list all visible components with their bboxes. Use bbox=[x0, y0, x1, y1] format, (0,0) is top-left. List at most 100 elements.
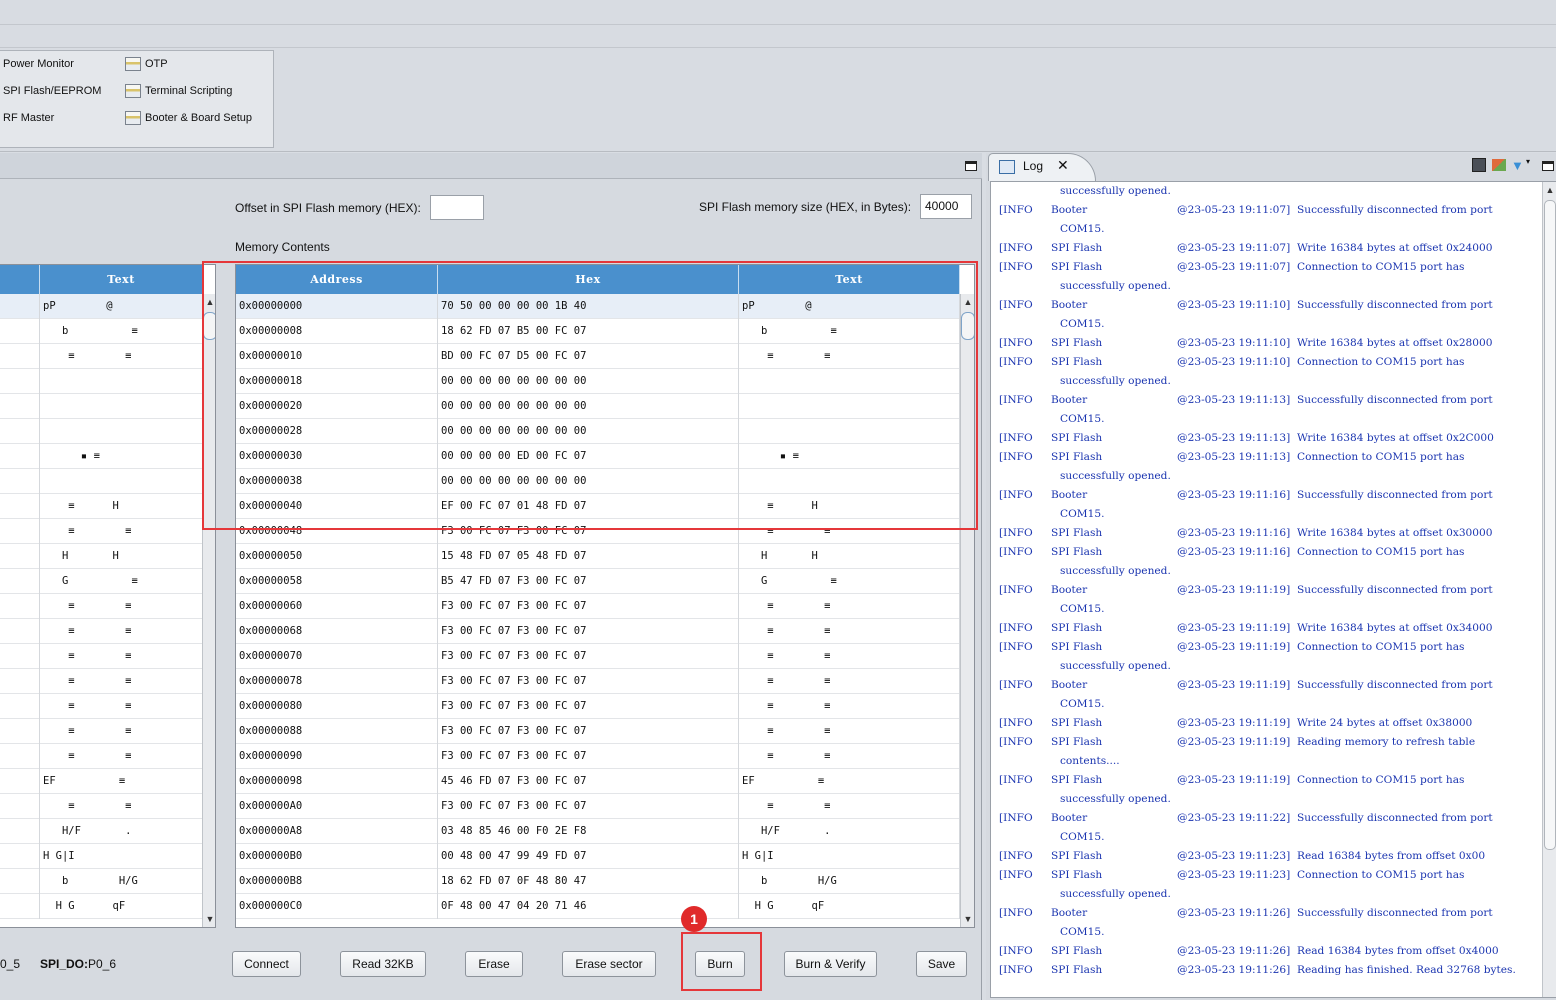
hex-cell[interactable]: 00 00 00 00 00 00 00 00 bbox=[438, 394, 739, 419]
clear-log-icon[interactable] bbox=[1492, 159, 1506, 171]
scroll-up-icon[interactable]: ▲ bbox=[205, 297, 215, 307]
table-row[interactable]: pP @ bbox=[0, 294, 203, 319]
table-row[interactable]: 0x00000018 00 00 00 00 00 00 00 00 bbox=[236, 369, 960, 394]
scroll-down-icon[interactable]: ▼ bbox=[205, 914, 215, 924]
hex-cell[interactable]: B5 47 FD 07 F3 00 FC 07 bbox=[438, 569, 739, 594]
hex-cell[interactable]: 15 48 FD 07 05 48 FD 07 bbox=[438, 544, 739, 569]
table-row[interactable]: 0x00000090 F3 00 FC 07 F3 00 FC 07 ≡ ≡ bbox=[236, 744, 960, 769]
chevron-down-icon[interactable]: ▾ bbox=[1526, 157, 1530, 166]
table-row[interactable]: ≡ ≡ bbox=[0, 744, 203, 769]
table-row[interactable]: ≡ ≡ bbox=[0, 669, 203, 694]
table-row[interactable]: 0x000000B8 18 62 FD 07 0F 48 80 47 b H/G bbox=[236, 869, 960, 894]
table-row[interactable]: b ≡ bbox=[0, 319, 203, 344]
table-row[interactable]: 0x00000050 15 48 FD 07 05 48 FD 07 H H bbox=[236, 544, 960, 569]
scroll-down-icon[interactable]: ▼ bbox=[963, 914, 973, 924]
burn-button[interactable]: Burn bbox=[695, 951, 745, 977]
hex-cell[interactable]: 18 62 FD 07 0F 48 80 47 bbox=[438, 869, 739, 894]
table-row[interactable]: 0x00000030 00 00 00 00 ED 00 FC 07 ▪ ≡ bbox=[236, 444, 960, 469]
table-row[interactable] bbox=[0, 469, 203, 494]
table-row[interactable] bbox=[0, 369, 203, 394]
maximize-icon[interactable] bbox=[1542, 161, 1554, 171]
hex-cell[interactable]: F3 00 FC 07 F3 00 FC 07 bbox=[438, 594, 739, 619]
table-row[interactable]: 0x000000B0 00 48 00 47 99 49 FD 07 H G|I bbox=[236, 844, 960, 869]
table-row[interactable]: 0x00000058 B5 47 FD 07 F3 00 FC 07 G ≡ bbox=[236, 569, 960, 594]
table-row[interactable]: ≡ ≡ bbox=[0, 344, 203, 369]
tool-rf-master[interactable]: RF Master bbox=[3, 112, 54, 124]
table-row[interactable]: H H bbox=[0, 544, 203, 569]
table-row[interactable]: H G|I bbox=[0, 844, 203, 869]
table-row[interactable]: 0x00000038 00 00 00 00 00 00 00 00 bbox=[236, 469, 960, 494]
close-icon[interactable]: ✕ bbox=[1057, 157, 1069, 174]
scroll-thumb[interactable] bbox=[961, 312, 974, 340]
memory-size-input[interactable]: 40000 bbox=[920, 194, 972, 219]
header-address[interactable]: Address bbox=[236, 265, 438, 294]
table-row[interactable]: 0x00000070 F3 00 FC 07 F3 00 FC 07 ≡ ≡ bbox=[236, 644, 960, 669]
hex-cell[interactable]: 03 48 85 46 00 F0 2E F8 bbox=[438, 819, 739, 844]
hex-cell[interactable]: BD 00 FC 07 D5 00 FC 07 bbox=[438, 344, 739, 369]
connect-button[interactable]: Connect bbox=[232, 951, 301, 977]
table-row[interactable]: 0x00000020 00 00 00 00 00 00 00 00 bbox=[236, 394, 960, 419]
read-32kb-button[interactable]: Read 32KB bbox=[340, 951, 426, 977]
table-row[interactable]: 0x00000048 F3 00 FC 07 F3 00 FC 07 ≡ ≡ bbox=[236, 519, 960, 544]
hex-cell[interactable]: 18 62 FD 07 B5 00 FC 07 bbox=[438, 319, 739, 344]
hex-cell[interactable]: F3 00 FC 07 F3 00 FC 07 bbox=[438, 719, 739, 744]
table-row[interactable]: ≡ ≡ bbox=[0, 619, 203, 644]
table-row[interactable]: ≡ H bbox=[0, 494, 203, 519]
table-row[interactable]: ≡ ≡ bbox=[0, 794, 203, 819]
table-row[interactable]: 0x00000080 F3 00 FC 07 F3 00 FC 07 ≡ ≡ bbox=[236, 694, 960, 719]
offset-input[interactable] bbox=[430, 195, 484, 220]
tool-terminal-scripting[interactable]: Terminal Scripting bbox=[125, 84, 232, 98]
tool-otp[interactable]: OTP bbox=[125, 57, 168, 71]
hex-cell[interactable]: F3 00 FC 07 F3 00 FC 07 bbox=[438, 669, 739, 694]
table-row[interactable]: 0x00000068 F3 00 FC 07 F3 00 FC 07 ≡ ≡ bbox=[236, 619, 960, 644]
hex-cell[interactable]: F3 00 FC 07 F3 00 FC 07 bbox=[438, 519, 739, 544]
table-row[interactable]: H/F . bbox=[0, 819, 203, 844]
log-scrollbar[interactable]: ▲ bbox=[1542, 182, 1556, 997]
table-row[interactable]: 0x00000010 BD 00 FC 07 D5 00 FC 07 ≡ ≡ bbox=[236, 344, 960, 369]
hex-cell[interactable]: EF 00 FC 07 01 48 FD 07 bbox=[438, 494, 739, 519]
save-button[interactable]: Save bbox=[916, 951, 967, 977]
table-row[interactable]: ≡ ≡ bbox=[0, 719, 203, 744]
table-row[interactable]: 0x00000078 F3 00 FC 07 F3 00 FC 07 ≡ ≡ bbox=[236, 669, 960, 694]
scroll-thumb[interactable] bbox=[1544, 200, 1556, 850]
hex-cell[interactable]: F3 00 FC 07 F3 00 FC 07 bbox=[438, 619, 739, 644]
table-row[interactable]: 0x000000C0 0F 48 00 47 04 20 71 46 H G qF bbox=[236, 894, 960, 919]
table-row[interactable]: ≡ ≡ bbox=[0, 644, 203, 669]
save-log-icon[interactable] bbox=[1472, 158, 1486, 172]
table-row[interactable]: EF ≡ bbox=[0, 769, 203, 794]
table-row[interactable]: 0x00000060 F3 00 FC 07 F3 00 FC 07 ≡ ≡ bbox=[236, 594, 960, 619]
table-row[interactable]: H G qF bbox=[0, 894, 203, 919]
table-row[interactable]: ▪ ≡ bbox=[0, 444, 203, 469]
table-row[interactable]: b H/G bbox=[0, 869, 203, 894]
scroll-up-icon[interactable]: ▲ bbox=[1545, 185, 1555, 195]
hex-cell[interactable]: 00 00 00 00 00 00 00 00 bbox=[438, 469, 739, 494]
left-grid-scrollbar[interactable]: ▲ ▼ bbox=[202, 294, 215, 927]
erase-sector-button[interactable]: Erase sector bbox=[562, 951, 656, 977]
hex-cell[interactable]: 00 00 00 00 ED 00 FC 07 bbox=[438, 444, 739, 469]
scroll-up-icon[interactable]: ▲ bbox=[963, 297, 973, 307]
hex-cell[interactable]: F3 00 FC 07 F3 00 FC 07 bbox=[438, 694, 739, 719]
table-row[interactable]: 0x00000040 EF 00 FC 07 01 48 FD 07 ≡ H bbox=[236, 494, 960, 519]
hex-cell[interactable]: F3 00 FC 07 F3 00 FC 07 bbox=[438, 794, 739, 819]
hex-cell[interactable]: 00 00 00 00 00 00 00 00 bbox=[438, 369, 739, 394]
erase-button[interactable]: Erase bbox=[465, 951, 523, 977]
table-row[interactable]: G ≡ bbox=[0, 569, 203, 594]
table-row[interactable]: 0x00000088 F3 00 FC 07 F3 00 FC 07 ≡ ≡ bbox=[236, 719, 960, 744]
table-row[interactable]: 0x000000A8 03 48 85 46 00 F0 2E F8 H/F . bbox=[236, 819, 960, 844]
hex-cell[interactable]: 00 48 00 47 99 49 FD 07 bbox=[438, 844, 739, 869]
tool-booter-board-setup[interactable]: Booter & Board Setup bbox=[125, 111, 252, 125]
table-row[interactable]: 0x00000000 70 50 00 00 00 00 1B 40 pP @ bbox=[236, 294, 960, 319]
hex-cell[interactable]: F3 00 FC 07 F3 00 FC 07 bbox=[438, 644, 739, 669]
hex-cell[interactable]: 00 00 00 00 00 00 00 00 bbox=[438, 419, 739, 444]
table-row[interactable] bbox=[0, 394, 203, 419]
table-row[interactable]: 0x00000008 18 62 FD 07 B5 00 FC 07 b ≡ bbox=[236, 319, 960, 344]
header-hex[interactable]: Hex bbox=[438, 265, 739, 294]
memory-grid-scrollbar[interactable]: ▲ ▼ bbox=[960, 294, 974, 927]
table-row[interactable]: ≡ ≡ bbox=[0, 594, 203, 619]
hex-cell[interactable]: F3 00 FC 07 F3 00 FC 07 bbox=[438, 744, 739, 769]
burn-verify-button[interactable]: Burn & Verify bbox=[784, 951, 877, 977]
table-row[interactable] bbox=[0, 419, 203, 444]
hex-cell[interactable]: 45 46 FD 07 F3 00 FC 07 bbox=[438, 769, 739, 794]
header-text[interactable]: Text bbox=[739, 265, 960, 294]
table-row[interactable]: ≡ ≡ bbox=[0, 694, 203, 719]
